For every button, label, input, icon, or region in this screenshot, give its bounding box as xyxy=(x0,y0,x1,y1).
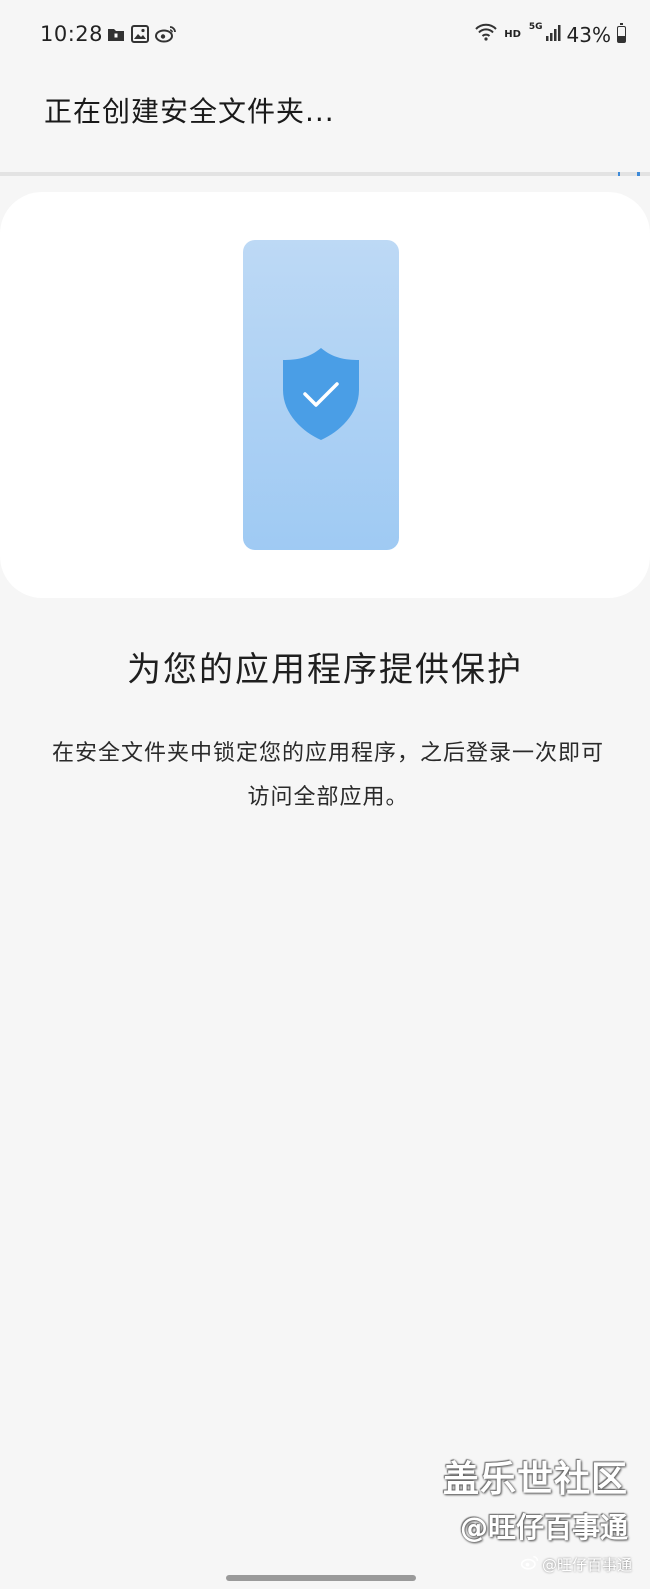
battery-icon xyxy=(617,23,626,43)
shield-check-icon xyxy=(283,348,359,440)
signal-icon xyxy=(545,23,561,47)
weibo-icon xyxy=(155,25,177,47)
weibo-watermark-text: @旺仔百事通 xyxy=(541,1556,632,1574)
phone-illustration xyxy=(243,240,399,550)
weibo-watermark: @旺仔百事通 xyxy=(520,1554,632,1575)
illustration-card xyxy=(0,192,650,598)
network-type-label: 5G xyxy=(528,21,543,32)
battery-level-fill xyxy=(618,35,625,42)
notification-icons xyxy=(107,25,177,47)
status-time: 10:28 xyxy=(40,22,104,46)
community-watermark: 盖乐世社区 xyxy=(442,1459,628,1500)
home-gesture-bar[interactable] xyxy=(226,1575,416,1581)
hd-voice-badge: HD xyxy=(504,29,521,40)
progress-fill xyxy=(637,172,640,176)
progress-indicator-dot xyxy=(618,172,620,176)
page-title: 正在创建安全文件夹... xyxy=(44,95,335,128)
feature-description: 在安全文件夹中锁定您的应用程序，之后登录一次即可访问全部应用。 xyxy=(51,741,604,810)
author-watermark: @旺仔百事通 xyxy=(459,1511,628,1544)
wifi-icon xyxy=(474,22,498,47)
image-icon xyxy=(131,25,149,47)
creation-progress-bar xyxy=(0,172,650,176)
status-bar: 10:28 HD 5G 43% xyxy=(0,0,650,70)
folder-lock-icon xyxy=(107,26,125,46)
battery-percent: 43% xyxy=(566,22,611,47)
system-status: HD 5G 43% xyxy=(474,22,626,47)
weibo-logo-icon xyxy=(520,1555,540,1574)
feature-heading: 为您的应用程序提供保护 xyxy=(127,650,523,690)
